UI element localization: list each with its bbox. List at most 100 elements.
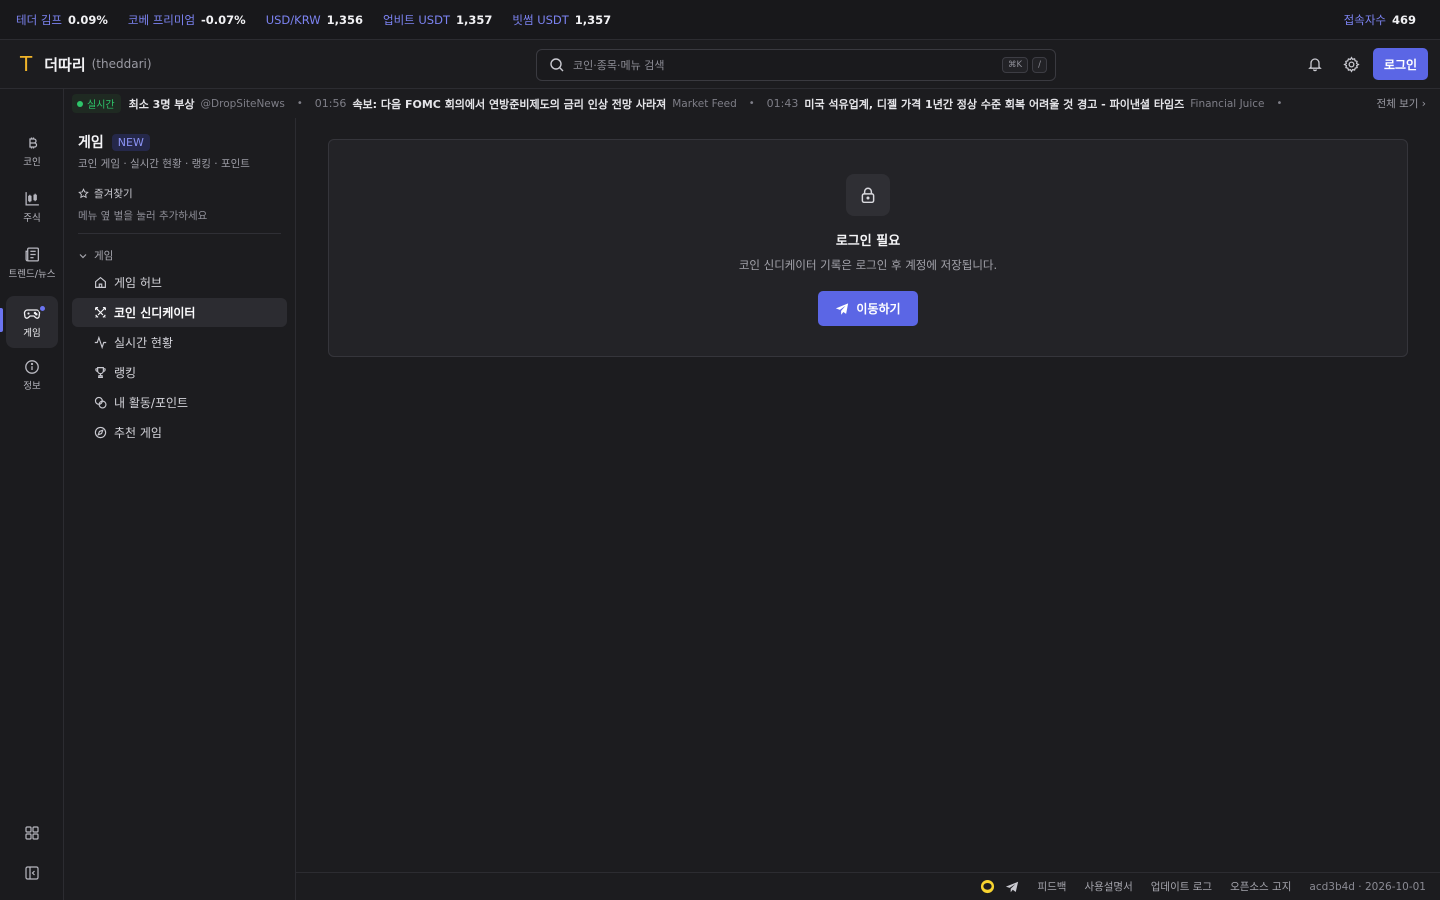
rail-item-info[interactable]: 정보 xyxy=(6,349,58,401)
ticker-item-bithumb-usdt[interactable]: 빗썸 USDT 1,357 xyxy=(512,12,611,28)
lock-badge xyxy=(846,174,890,216)
menu-item-coin-syndicator[interactable]: 코인 신디케이터 xyxy=(72,298,287,327)
activity-icon xyxy=(94,336,107,349)
news-item[interactable]: 01:56 속보: 다음 FOMC 회의에서 연방준비제도의 금리 인상 전망 … xyxy=(315,96,737,112)
build-version: acd3b4d · 2026-10-01 xyxy=(1309,880,1426,893)
sidebar-collapse-icon xyxy=(25,866,39,880)
footer-link-changelog[interactable]: 업데이트 로그 xyxy=(1151,879,1212,894)
ticker-value: 0.09% xyxy=(67,12,108,27)
news-item[interactable]: 최소 3명 부상 @DropSiteNews xyxy=(129,96,285,112)
newspaper-icon xyxy=(24,247,39,262)
live-label: 실시간 xyxy=(87,100,115,111)
chevron-down-icon xyxy=(79,253,87,258)
panel-subtitle: 코인 게임 · 실시간 현황 · 랭킹 · 포인트 xyxy=(78,158,250,170)
ticker-value: -0.07% xyxy=(201,12,246,27)
news-headline: 속보: 다음 FOMC 회의에서 연방준비제도의 금리 인상 전망 사라져 xyxy=(352,97,667,111)
menu-item-recommended-games[interactable]: 추천 게임 xyxy=(72,418,287,447)
menu-item-live-status[interactable]: 실시간 현황 xyxy=(72,328,287,357)
menu-item-game-hub[interactable]: 게임 허브 xyxy=(72,268,287,297)
new-badge: NEW xyxy=(111,133,150,151)
brand-subtitle: (theddari) xyxy=(91,57,152,71)
menu-item-ranking[interactable]: 랭킹 xyxy=(72,358,287,387)
notifications-button[interactable] xyxy=(1301,50,1329,78)
card-description: 코인 신디케이터 기록은 로그인 후 계정에 저장됩니다. xyxy=(738,258,998,272)
menu-item-label: 코인 신디케이터 xyxy=(114,306,196,320)
news-source: @DropSiteNews xyxy=(200,97,285,110)
brand-name[interactable]: 더따리 xyxy=(44,54,85,75)
go-button-label: 이동하기 xyxy=(856,302,901,316)
grid-icon xyxy=(25,826,39,840)
login-button[interactable]: 로그인 xyxy=(1373,48,1428,80)
news-source: Financial Juice xyxy=(1190,97,1265,110)
home-icon xyxy=(95,276,106,288)
ticker-value: 1,357 xyxy=(455,12,493,27)
game-group-toggle[interactable]: 게임 xyxy=(78,248,113,263)
ticker-item-coinbase-premium[interactable]: 코베 프리미엄 -0.07% xyxy=(128,12,246,28)
bell-icon xyxy=(1308,58,1322,72)
left-nav-rail: 코인 주식 트렌드/뉴스 게임 정보 xyxy=(0,89,64,900)
header-actions: 로그인 xyxy=(1301,48,1428,80)
favorites-heading: 즐겨찾기 xyxy=(78,186,133,201)
rail-item-game[interactable]: 게임 xyxy=(6,296,58,348)
footer-link-feedback[interactable]: 피드백 xyxy=(1037,879,1066,894)
live-badge: 실시간 xyxy=(72,94,121,113)
crossed-swords-icon xyxy=(95,307,106,318)
search-placeholder: 코인·종목·메뉴 검색 xyxy=(573,59,665,72)
card-title: 로그인 필요 xyxy=(835,234,901,249)
footer-link-manual[interactable]: 사용설명서 xyxy=(1084,879,1132,894)
footer-link-oss-notice[interactable]: 오픈소스 고지 xyxy=(1230,879,1291,894)
ticker-label: USD/KRW xyxy=(265,12,321,27)
collapse-sidebar-button[interactable] xyxy=(20,861,44,885)
menu-item-label: 랭킹 xyxy=(114,366,137,380)
rail-item-trend-news[interactable]: 트렌드/뉴스 xyxy=(6,237,58,289)
news-time: 01:56 xyxy=(314,97,347,110)
send-icon xyxy=(836,302,849,315)
visitor-count-value: 469 xyxy=(1391,12,1416,27)
trophy-icon xyxy=(95,367,106,378)
logo-icon[interactable]: T xyxy=(20,52,32,76)
rail-label: 코인 xyxy=(23,156,41,168)
panel-title-text: 게임 xyxy=(78,135,104,151)
kakaotalk-link[interactable] xyxy=(980,879,995,894)
rail-label: 게임 xyxy=(23,327,41,339)
favorites-title: 즐겨찾기 xyxy=(94,188,133,200)
favorites-hint: 메뉴 옆 별을 눌러 추가하세요 xyxy=(78,210,208,222)
market-ticker-bar: 테더 김프 0.09% 코베 프리미엄 -0.07% USD/KRW 1,356… xyxy=(0,0,1440,40)
app-header: T 더따리 (theddari) 코인·종목·메뉴 검색 ⌘K / 로그인 xyxy=(0,40,1440,89)
game-side-panel: 게임 NEW 코인 게임 · 실시간 현황 · 랭킹 · 포인트 즐겨찾기 메뉴… xyxy=(64,118,296,900)
view-all-news-link[interactable]: 전체 보기 › xyxy=(1376,96,1426,111)
ticker-item-tether-premium[interactable]: 테더 김프 0.09% xyxy=(16,12,108,28)
search-input[interactable]: 코인·종목·메뉴 검색 ⌘K / xyxy=(536,49,1056,81)
ticker-item-usd-krw[interactable]: USD/KRW 1,356 xyxy=(266,13,363,27)
rail-label: 트렌드/뉴스 xyxy=(8,269,56,280)
rail-label: 주식 xyxy=(23,213,41,224)
group-label: 게임 xyxy=(94,250,114,262)
rail-item-stock[interactable]: 주식 xyxy=(6,181,58,233)
menu-item-my-points[interactable]: 내 활동/포인트 xyxy=(72,388,287,417)
apps-grid-button[interactable] xyxy=(20,821,44,845)
settings-button[interactable] xyxy=(1337,50,1365,78)
rail-item-coin[interactable]: 코인 xyxy=(6,125,58,177)
ticker-value: 1,356 xyxy=(326,12,363,27)
news-separator: • xyxy=(1276,98,1283,109)
notification-dot xyxy=(38,304,47,313)
bitcoin-icon xyxy=(29,137,38,148)
coins-icon xyxy=(94,396,107,409)
panel-title: 게임 NEW xyxy=(78,132,150,152)
news-item[interactable]: 01:43 미국 석유업계, 디젤 가격 1년간 정상 수준 회복 어려울 것 … xyxy=(767,96,1265,112)
shortcut-cmd-k: ⌘K xyxy=(1002,57,1029,73)
active-rail-indicator xyxy=(0,308,3,332)
go-to-login-button[interactable]: 이동하기 xyxy=(818,291,918,326)
ticker-item-upbit-usdt[interactable]: 업비트 USDT 1,357 xyxy=(383,12,492,28)
search-icon xyxy=(550,58,564,72)
telegram-icon xyxy=(1006,881,1019,892)
news-separator: • xyxy=(748,98,755,109)
divider xyxy=(78,233,281,234)
news-time: 01:43 xyxy=(766,97,799,110)
login-required-card: 로그인 필요 코인 신디케이터 기록은 로그인 후 계정에 저장됩니다. 이동하… xyxy=(328,139,1408,357)
menu-item-label: 추천 게임 xyxy=(114,426,162,440)
shortcut-slash: / xyxy=(1032,57,1047,73)
ticker-label: 테더 김프 xyxy=(16,12,62,27)
telegram-link[interactable] xyxy=(1005,880,1019,894)
news-track: 최소 3명 부상 @DropSiteNews • 01:56 속보: 다음 FO… xyxy=(129,96,1369,112)
